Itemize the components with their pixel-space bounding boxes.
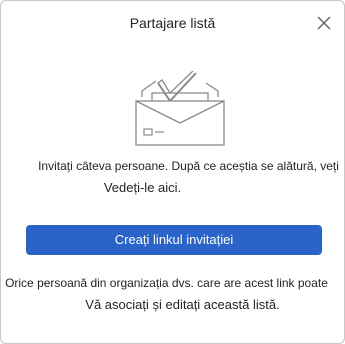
envelope-checkmark-icon [135, 71, 225, 146]
share-list-dialog: Partajare listă Invitați câteva persoane… [0, 0, 345, 344]
info-line-1: Orice persoană din organizația dvs. care… [5, 276, 328, 290]
create-invite-link-button[interactable]: Creați linkul invitației [26, 225, 322, 255]
close-button[interactable] [313, 12, 335, 34]
info-line-2: Vă asociați și editați această listă. [85, 297, 280, 312]
description-line-2: Vedeți-le aici. [103, 180, 182, 195]
dialog-title: Partajare listă [129, 15, 216, 31]
close-icon [317, 16, 331, 30]
description-line-1: Invitați câteva persoane. După ce acești… [38, 159, 339, 173]
